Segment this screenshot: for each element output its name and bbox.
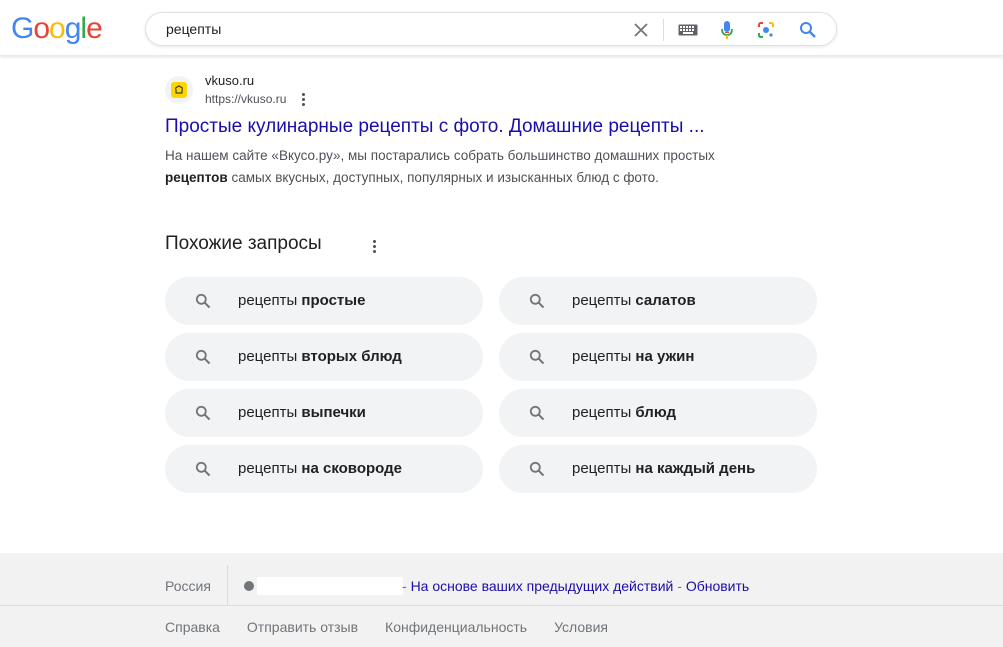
location-redacted bbox=[257, 577, 403, 595]
snippet-bold: рецептов bbox=[165, 170, 228, 185]
location-dot-icon bbox=[244, 581, 254, 591]
related-search-chip[interactable]: рецепты выпечки bbox=[165, 389, 483, 437]
related-searches-heading: Похожие запросы bbox=[165, 233, 322, 254]
close-icon[interactable] bbox=[631, 20, 651, 40]
search-icon bbox=[193, 291, 213, 311]
related-search-prefix: рецепты bbox=[572, 460, 636, 477]
microphone-icon[interactable] bbox=[717, 20, 737, 40]
footer-link-help[interactable]: Справка bbox=[165, 619, 220, 635]
related-search-chip[interactable]: рецепты на каждый день bbox=[499, 445, 817, 493]
site-url[interactable]: https://vkuso.ru bbox=[205, 92, 286, 106]
header-bar: Google bbox=[0, 0, 1003, 56]
logo-letter-g: G bbox=[11, 12, 34, 45]
search-icon bbox=[527, 403, 547, 423]
logo-letter-e: e bbox=[86, 12, 103, 45]
related-search-chip[interactable]: рецепты на сковороде bbox=[165, 445, 483, 493]
related-search-bold: на ужин bbox=[635, 348, 695, 365]
footer-link-privacy[interactable]: Конфиденциальность bbox=[385, 619, 527, 635]
google-logo[interactable]: Google bbox=[11, 12, 103, 45]
search-icon bbox=[193, 459, 213, 479]
footer: Россия - На основе ваших предыдущих дейс… bbox=[0, 553, 1003, 647]
related-search-label: рецепты на каждый день bbox=[572, 460, 755, 477]
footer-divider bbox=[227, 565, 228, 605]
related-search-label: рецепты вторых блюд bbox=[238, 348, 402, 365]
result-title-link[interactable]: Простые кулинарные рецепты с фото. Домаш… bbox=[165, 116, 705, 138]
related-more-options-icon[interactable] bbox=[368, 238, 380, 254]
related-search-prefix: рецепты bbox=[572, 292, 636, 309]
related-search-bold: на каждый день bbox=[635, 460, 756, 477]
related-search-prefix: рецепты bbox=[238, 404, 302, 421]
related-search-chip[interactable]: рецепты простые bbox=[165, 277, 483, 325]
search-icon bbox=[527, 291, 547, 311]
site-favicon[interactable] bbox=[165, 76, 193, 104]
lens-icon[interactable] bbox=[756, 20, 776, 40]
related-search-label: рецепты на сковороде bbox=[238, 460, 402, 477]
related-search-chip[interactable]: рецепты вторых блюд bbox=[165, 333, 483, 381]
footer-country: Россия bbox=[165, 578, 211, 594]
related-search-bold: салатов bbox=[635, 292, 696, 309]
related-search-bold: на сковороде bbox=[301, 460, 402, 477]
footer-link-terms[interactable]: Условия bbox=[554, 619, 608, 635]
related-search-chip[interactable]: рецепты блюд bbox=[499, 389, 817, 437]
location-basis-link[interactable]: На основе ваших предыдущих действий bbox=[411, 578, 674, 594]
related-search-label: рецепты на ужин bbox=[572, 348, 694, 365]
related-search-prefix: рецепты bbox=[238, 292, 302, 309]
more-options-icon[interactable] bbox=[297, 91, 309, 107]
related-search-prefix: рецепты bbox=[238, 348, 302, 365]
search-input[interactable] bbox=[166, 13, 626, 45]
related-search-prefix: рецепты bbox=[572, 348, 636, 365]
result-snippet: На нашем сайте «Вкусо.ру», мы постаралис… bbox=[165, 145, 765, 189]
search-icon bbox=[193, 347, 213, 367]
search-icon[interactable] bbox=[798, 20, 818, 40]
search-box bbox=[145, 12, 837, 46]
related-search-label: рецепты выпечки bbox=[238, 404, 366, 421]
related-search-chip[interactable]: рецепты салатов bbox=[499, 277, 817, 325]
location-separator-1: - bbox=[402, 578, 407, 594]
search-icon bbox=[527, 459, 547, 479]
location-separator-2: - bbox=[677, 578, 682, 594]
logo-letter-g2: g bbox=[64, 12, 82, 45]
search-icon bbox=[527, 347, 547, 367]
related-search-bold: вторых блюд bbox=[301, 348, 402, 365]
footer-link-feedback[interactable]: Отправить отзыв bbox=[247, 619, 358, 635]
update-location-link[interactable]: Обновить bbox=[686, 578, 749, 594]
footer-links: Справка Отправить отзыв Конфиденциальнос… bbox=[165, 619, 635, 635]
related-search-label: рецепты блюд bbox=[572, 404, 676, 421]
search-icon bbox=[193, 403, 213, 423]
related-search-bold: выпечки bbox=[301, 404, 366, 421]
site-name[interactable]: vkuso.ru bbox=[205, 73, 254, 88]
related-search-bold: блюд bbox=[635, 404, 676, 421]
search-divider bbox=[663, 19, 664, 41]
related-search-prefix: рецепты bbox=[572, 404, 636, 421]
related-search-bold: простые bbox=[301, 292, 366, 309]
related-search-label: рецепты простые bbox=[238, 292, 365, 309]
logo-letter-o1: o bbox=[33, 12, 50, 45]
related-search-chip[interactable]: рецепты на ужин bbox=[499, 333, 817, 381]
logo-letter-o2: o bbox=[49, 12, 66, 45]
location-info: - На основе ваших предыдущих действий - … bbox=[402, 578, 749, 594]
snippet-line1: На нашем сайте «Вкусо.ру», мы постаралис… bbox=[165, 148, 715, 163]
chef-hat-icon bbox=[171, 82, 187, 98]
related-search-label: рецепты салатов bbox=[572, 292, 696, 309]
related-search-prefix: рецепты bbox=[238, 460, 302, 477]
snippet-line2: самых вкусных, доступных, популярных и и… bbox=[227, 170, 659, 185]
keyboard-icon[interactable] bbox=[678, 20, 698, 40]
footer-location-row: Россия - На основе ваших предыдущих дейс… bbox=[0, 553, 1003, 606]
